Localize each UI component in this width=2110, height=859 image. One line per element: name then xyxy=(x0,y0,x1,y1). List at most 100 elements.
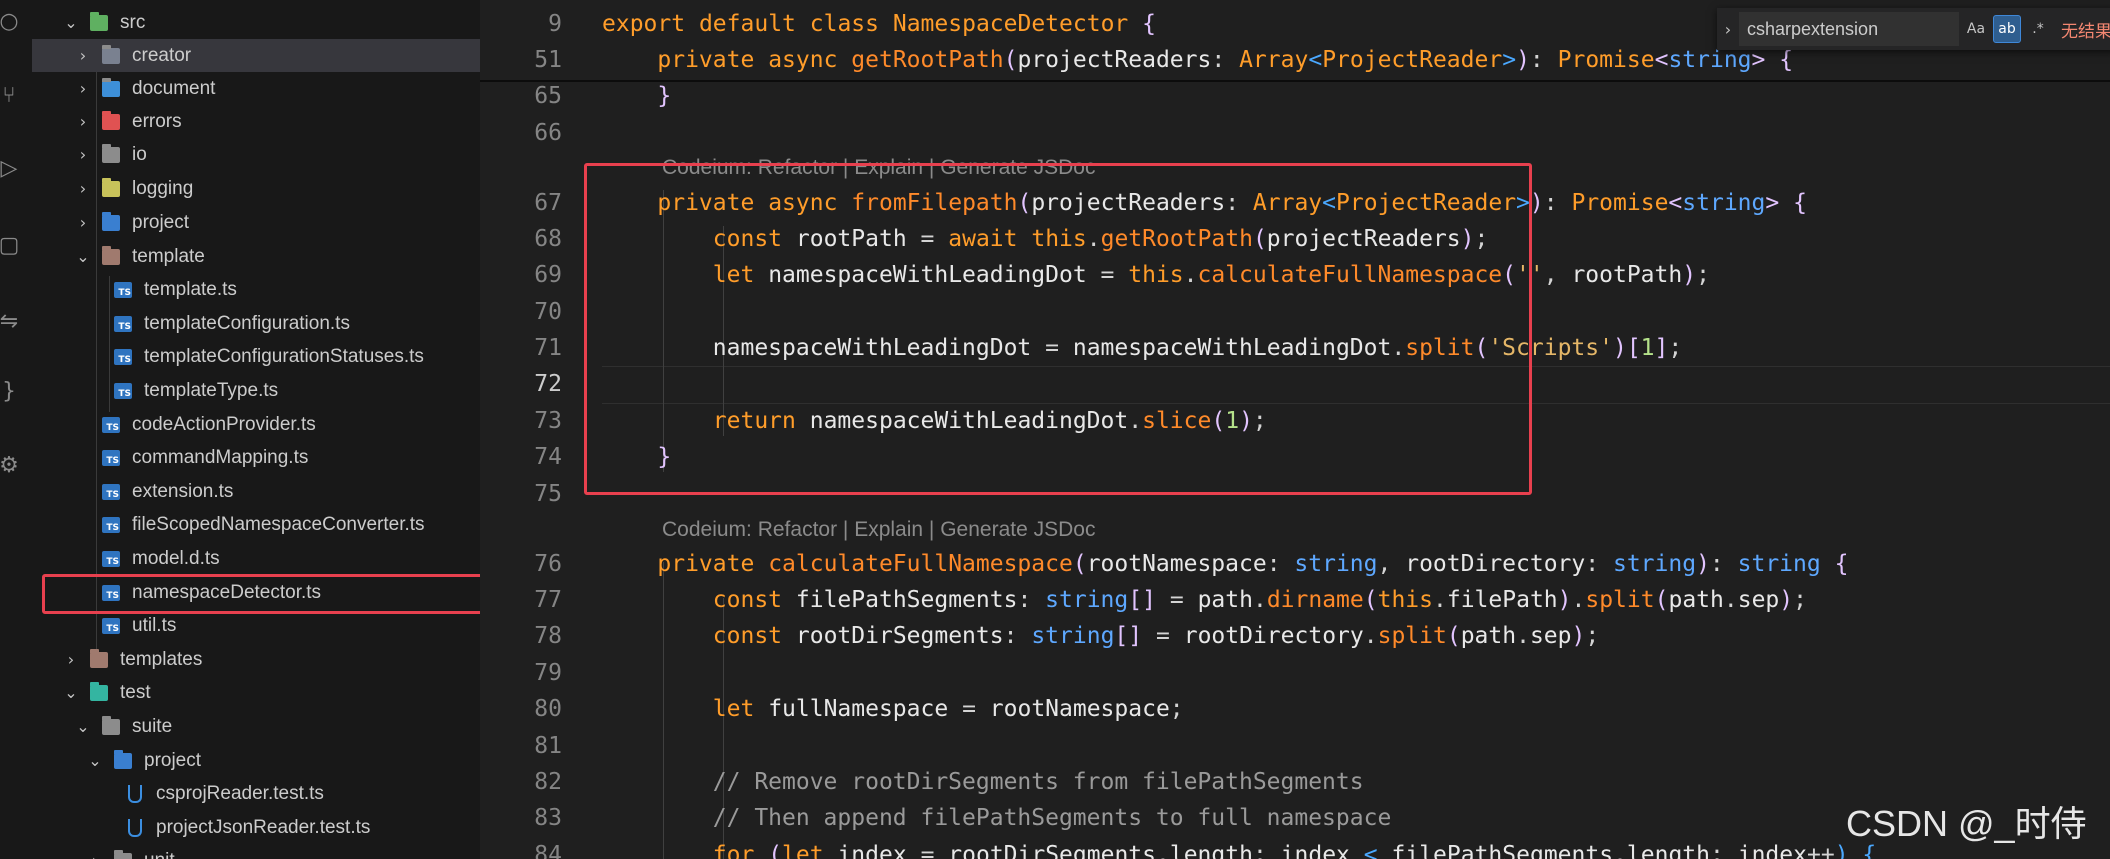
line-number: 75 xyxy=(534,481,562,507)
line-number: 65 xyxy=(534,83,562,109)
code-line[interactable]: // Then append filePathSegments to full … xyxy=(602,800,1392,836)
typescript-file-icon: TS xyxy=(114,382,132,399)
tree-folder-errors[interactable]: › errors xyxy=(32,105,480,138)
code-line[interactable]: private async getRootPath(projectReaders… xyxy=(602,42,1793,78)
chevron-down-icon: ⌄ xyxy=(76,247,90,266)
typescript-file-icon: TS xyxy=(114,315,132,332)
tree-file-projectJsonReader-test[interactable]: projectJsonReader.test.ts xyxy=(32,811,480,844)
code-line[interactable]: const rootDirSegments: string[] = rootDi… xyxy=(602,618,1599,654)
tree-file-template-ts[interactable]: TS template.ts xyxy=(32,273,480,306)
code-line[interactable]: let fullNamespace = rootNamespace; xyxy=(602,691,1184,727)
whole-word-toggle[interactable]: ab xyxy=(1993,15,2021,43)
tree-file-extension[interactable]: TS extension.ts xyxy=(32,475,480,508)
tree-folder-logging[interactable]: › logging xyxy=(32,172,480,205)
tree-folder-document[interactable]: › document xyxy=(32,72,480,105)
activity-bar: ○ ⑂ ▷ ▢ ⇋ } ⚙ xyxy=(0,0,33,859)
line-number: 72 xyxy=(534,371,562,397)
line-number: 74 xyxy=(534,444,562,470)
line-number: 81 xyxy=(534,733,562,759)
match-case-toggle[interactable]: Aa xyxy=(1963,16,1989,42)
code-editor[interactable]: 9 51 65 66 67 68 69 70 71 72 73 74 75 76… xyxy=(480,0,2110,859)
line-number: 77 xyxy=(534,587,562,613)
chevron-right-icon[interactable]: › xyxy=(1717,20,1739,39)
tree-folder-creator[interactable]: › creator xyxy=(32,39,480,72)
tree-file-fileScopedNamespaceConverter[interactable]: TS fileScopedNamespaceConverter.ts xyxy=(32,508,480,541)
chevron-right-icon: › xyxy=(79,79,87,98)
code-line[interactable]: // Remove rootDirSegments from filePathS… xyxy=(602,764,1364,800)
line-number: 70 xyxy=(534,299,562,325)
tree-folder-suite[interactable]: ⌄ suite xyxy=(32,710,480,743)
tree-folder-src[interactable]: ⌄ src xyxy=(32,6,480,39)
typescript-file-icon: TS xyxy=(102,483,120,500)
highlight-box-code xyxy=(584,163,1532,495)
folder-project-icon xyxy=(102,211,120,231)
share-icon[interactable]: ⇋ xyxy=(0,308,18,334)
search-icon[interactable]: ○ xyxy=(0,8,19,34)
tree-file-commandMapping[interactable]: TS commandMapping.ts xyxy=(32,441,480,474)
tree-label: extension.ts xyxy=(132,480,234,502)
settings-gear-icon[interactable]: ⚙ xyxy=(0,452,19,478)
code-line[interactable]: } xyxy=(602,78,671,114)
chevron-right-icon: › xyxy=(67,650,75,669)
tree-folder-unit[interactable]: › unit xyxy=(32,844,480,859)
tree-label: csprojReader.test.ts xyxy=(156,782,324,804)
tree-file-templateType[interactable]: TS templateType.ts xyxy=(32,374,480,407)
tree-folder-test-project[interactable]: ⌄ project xyxy=(32,744,480,777)
find-input[interactable] xyxy=(1739,12,1959,46)
json-icon[interactable]: } xyxy=(0,378,18,404)
chevron-down-icon: ⌄ xyxy=(88,751,102,770)
line-number: 84 xyxy=(534,842,562,859)
chevron-down-icon: ⌄ xyxy=(64,13,78,32)
code-line[interactable]: export default class NamespaceDetector { xyxy=(602,6,1156,42)
tree-label: src xyxy=(120,11,146,33)
tree-label: codeActionProvider.ts xyxy=(132,413,316,435)
tree-file-csprojReader-test[interactable]: csprojReader.test.ts xyxy=(32,777,480,810)
tree-label: template.ts xyxy=(144,278,237,300)
tree-folder-io[interactable]: › io xyxy=(32,138,480,171)
folder-icon xyxy=(102,143,120,163)
source-control-icon[interactable]: ⑂ xyxy=(0,82,18,108)
tree-label: project xyxy=(132,211,190,233)
chevron-right-icon: › xyxy=(79,46,87,65)
line-number: 78 xyxy=(534,623,562,649)
tree-folder-templates[interactable]: › templates xyxy=(32,643,480,676)
folder-project-icon xyxy=(114,749,132,769)
find-results-count: 无结果 xyxy=(2061,21,2110,41)
tree-folder-test[interactable]: ⌄ test xyxy=(32,676,480,709)
highlight-box-file xyxy=(42,574,480,614)
tree-folder-project[interactable]: › project xyxy=(32,206,480,239)
run-debug-icon[interactable]: ▷ xyxy=(0,155,18,181)
typescript-file-icon: TS xyxy=(114,348,132,365)
chevron-right-icon: › xyxy=(86,851,104,859)
line-number: 71 xyxy=(534,335,562,361)
tree-file-model-d[interactable]: TS model.d.ts xyxy=(32,542,480,575)
regex-toggle[interactable]: .* xyxy=(2025,16,2051,42)
code-line[interactable]: for (let index = rootDirSegments.length;… xyxy=(602,837,1877,859)
folder-src-icon xyxy=(90,11,108,31)
tree-label: suite xyxy=(132,715,173,737)
code-line[interactable]: private calculateFullNamespace(rootNames… xyxy=(602,546,1848,582)
tree-folder-template[interactable]: ⌄ template xyxy=(32,240,480,273)
chevron-down-icon: ⌄ xyxy=(64,683,78,702)
tree-file-codeActionProvider[interactable]: TS codeActionProvider.ts xyxy=(32,408,480,441)
tree-file-templateConfigurationStatuses[interactable]: TS templateConfigurationStatuses.ts xyxy=(32,340,480,373)
folder-icon xyxy=(102,715,120,735)
tree-label: templates xyxy=(120,648,203,670)
tree-label: unit xyxy=(144,850,175,859)
folder-icon xyxy=(102,44,120,64)
tree-label: projectJsonReader.test.ts xyxy=(156,816,371,838)
folder-test-icon xyxy=(90,681,108,701)
folder-logging-icon xyxy=(102,177,120,197)
test-flask-icon xyxy=(128,818,142,837)
explorer-tree: ⌄ src › creator › document › errors › io… xyxy=(32,0,480,859)
code-line[interactable]: const filePathSegments: string[] = path.… xyxy=(602,582,1807,618)
extensions-icon[interactable]: ▢ xyxy=(0,232,19,258)
line-number: 79 xyxy=(534,660,562,686)
folder-icon xyxy=(114,849,132,859)
tree-file-templateConfiguration[interactable]: TS templateConfiguration.ts xyxy=(32,307,480,340)
chevron-right-icon: › xyxy=(79,213,87,232)
codeium-codelens[interactable]: Codeium: Refactor | Explain | Generate J… xyxy=(662,515,1095,545)
line-number: 9 xyxy=(548,11,562,37)
folder-template-icon xyxy=(90,648,108,668)
folder-errors-icon xyxy=(102,110,120,130)
